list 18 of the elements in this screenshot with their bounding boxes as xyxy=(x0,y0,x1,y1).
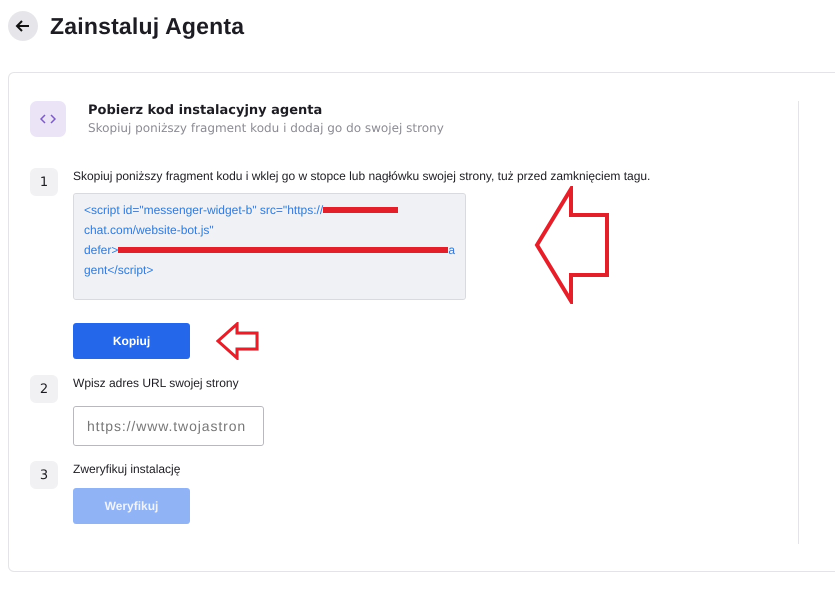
code-text: a xyxy=(448,242,455,258)
step-label: Wpisz adres URL swojej strony xyxy=(73,375,240,392)
back-arrow-icon xyxy=(15,18,31,34)
code-text: gent</script> xyxy=(84,262,154,278)
section-subtitle: Skopiuj poniższy fragment kodu i dodaj go do swojej strony xyxy=(88,121,444,135)
step-number: 3 xyxy=(30,461,58,489)
code-text: chat.com/website-bot.js" xyxy=(84,222,214,238)
code-text: defer> xyxy=(84,242,118,258)
section-title: Pobierz kod instalacyjny agenta xyxy=(88,103,324,118)
step-number: 1 xyxy=(30,168,58,196)
copy-button[interactable]: Kopiuj xyxy=(73,323,190,359)
step-label: Zweryfikuj instalację xyxy=(73,461,182,478)
url-input-field[interactable]: https://www.twojastron xyxy=(73,406,264,446)
step-label: Skopiuj poniższy fragment kodu i wklej go w stopce lub nagłówku swojej strony, tuż przed zamknięciem tagu. xyxy=(73,168,650,185)
code-icon xyxy=(30,101,66,137)
page-title: Zainstaluj Agenta xyxy=(50,12,244,40)
back-button[interactable] xyxy=(8,11,38,41)
step-number: 2 xyxy=(30,375,58,403)
